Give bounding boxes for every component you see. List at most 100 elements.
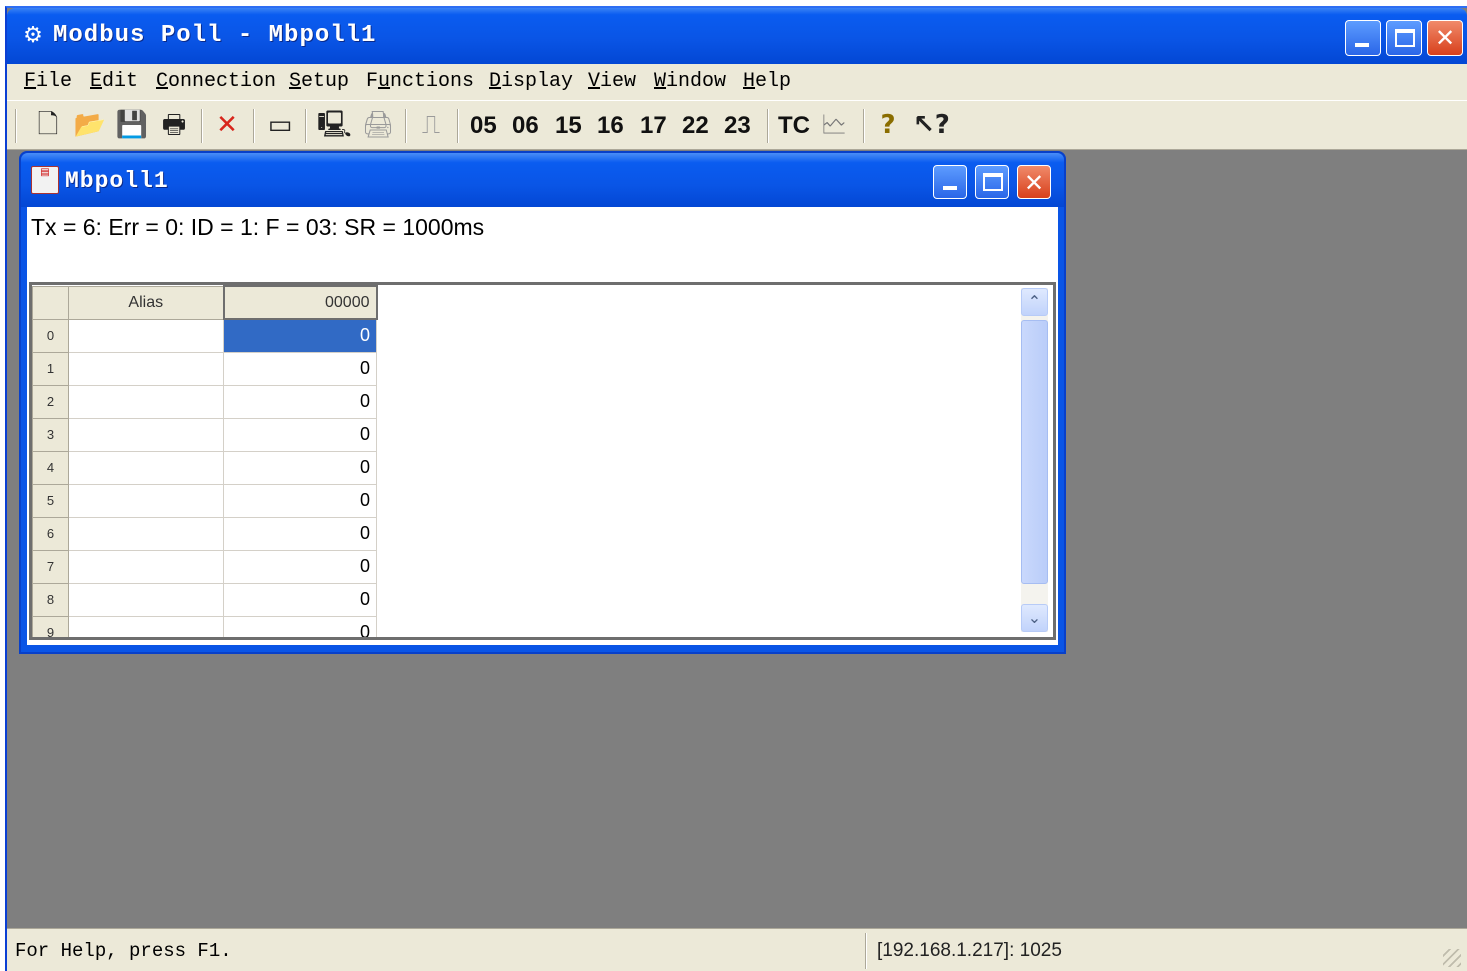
table-row[interactable]: 60: [32, 516, 377, 551]
table-row[interactable]: 90: [32, 615, 377, 637]
alias-cell[interactable]: [68, 417, 224, 452]
pulse-icon[interactable]: ⎍: [414, 109, 448, 141]
row-header[interactable]: 8: [32, 582, 69, 617]
row-header[interactable]: 5: [32, 483, 69, 518]
menu-setup[interactable]: Setup: [289, 70, 349, 94]
statusbar-separator: [865, 933, 867, 969]
alias-cell[interactable]: [68, 582, 224, 617]
function-16-button[interactable]: 16: [597, 110, 624, 142]
child-maximize-button[interactable]: [975, 165, 1009, 199]
value-cell[interactable]: 0: [223, 318, 377, 353]
function-06-button[interactable]: 06: [512, 110, 539, 142]
disconnect-icon[interactable]: 🖨: [361, 109, 395, 141]
tc-button[interactable]: TC: [778, 110, 810, 142]
table-row[interactable]: 80: [32, 582, 377, 617]
menu-edit[interactable]: Edit: [90, 70, 138, 94]
table-row[interactable]: 00: [32, 318, 377, 353]
toolbar-separator: [767, 109, 769, 143]
menu-connection[interactable]: Connection: [156, 70, 276, 94]
function-15-button[interactable]: 15: [555, 110, 582, 142]
context-help-icon[interactable]: ↖?: [913, 109, 950, 141]
window-title: Modbus Poll - Mbpoll1: [53, 22, 377, 49]
function-22-button[interactable]: 22: [682, 110, 709, 142]
menu-functions[interactable]: Functions: [366, 70, 474, 94]
child-body: Tx = 6: Err = 0: ID = 1: F = 03: SR = 10…: [27, 207, 1058, 645]
alias-cell[interactable]: [68, 483, 224, 518]
row-header[interactable]: 7: [32, 549, 69, 584]
scroll-down-button[interactable]: ⌄: [1021, 604, 1048, 632]
row-header[interactable]: 0: [32, 318, 69, 353]
row-header[interactable]: 1: [32, 351, 69, 386]
alias-cell[interactable]: [68, 450, 224, 485]
table-row[interactable]: 30: [32, 417, 377, 452]
modbus-app-icon[interactable]: ⚙: [19, 22, 47, 50]
row-header[interactable]: 9: [32, 615, 69, 637]
value-cell[interactable]: 0: [223, 516, 377, 551]
table-row[interactable]: 20: [32, 384, 377, 419]
value-cell[interactable]: 0: [223, 549, 377, 584]
menu-help[interactable]: Help: [743, 70, 791, 94]
function-23-button[interactable]: 23: [724, 110, 751, 142]
function-05-button[interactable]: 05: [470, 110, 497, 142]
poll-document-icon[interactable]: ▤: [31, 166, 59, 194]
title-bar[interactable]: ⚙ Modbus Poll - Mbpoll1 ✕: [7, 8, 1467, 64]
table-row[interactable]: 70: [32, 549, 377, 584]
alias-cell[interactable]: [68, 384, 224, 419]
toolbar-separator: [305, 109, 307, 143]
child-title-bar[interactable]: ▤ Mbpoll1 ✕: [21, 153, 1064, 207]
menu-display[interactable]: Display: [489, 70, 573, 94]
print-icon[interactable]: 🖶: [157, 109, 191, 141]
register-grid[interactable]: Alias 00000 00102030405060708090 ⌃ ⌄: [29, 282, 1056, 640]
log-icon[interactable]: 🗠: [817, 109, 851, 141]
maximize-button[interactable]: [1386, 20, 1422, 56]
save-icon[interactable]: 💾: [115, 109, 149, 141]
status-bar: For Help, press F1. [192.168.1.217]: 102…: [7, 928, 1467, 971]
column-header-address[interactable]: 00000: [222, 285, 378, 320]
delete-icon[interactable]: ✕: [210, 109, 244, 141]
window-icon[interactable]: ▭: [263, 109, 297, 141]
row-header[interactable]: 3: [32, 417, 69, 452]
menu-file[interactable]: File: [24, 70, 72, 94]
menu-window[interactable]: Window: [654, 70, 726, 94]
close-icon: ✕: [1023, 169, 1045, 197]
new-icon[interactable]: 🗋: [31, 109, 65, 141]
value-cell[interactable]: 0: [223, 615, 377, 637]
alias-cell[interactable]: [68, 318, 224, 353]
toolbar-separator: [457, 109, 459, 143]
grid-corner[interactable]: [32, 285, 69, 320]
value-cell[interactable]: 0: [223, 417, 377, 452]
scroll-up-button[interactable]: ⌃: [1021, 288, 1048, 316]
row-header[interactable]: 2: [32, 384, 69, 419]
alias-cell[interactable]: [68, 351, 224, 386]
vertical-scrollbar[interactable]: ⌃ ⌄: [1021, 288, 1048, 632]
column-header-alias[interactable]: Alias: [68, 285, 224, 320]
toolbar-grip: [15, 109, 17, 143]
value-cell[interactable]: 0: [223, 483, 377, 518]
value-cell[interactable]: 0: [223, 384, 377, 419]
open-icon[interactable]: 📂: [73, 109, 107, 141]
table-row[interactable]: 10: [32, 351, 377, 386]
value-cell[interactable]: 0: [223, 582, 377, 617]
close-button[interactable]: ✕: [1427, 20, 1463, 56]
connect-icon[interactable]: 🖳: [317, 109, 352, 141]
alias-cell[interactable]: [68, 615, 224, 637]
resize-grip-icon[interactable]: [1443, 949, 1461, 967]
scroll-thumb[interactable]: [1021, 320, 1048, 584]
menu-view[interactable]: View: [588, 70, 636, 94]
row-header[interactable]: 6: [32, 516, 69, 551]
help-icon[interactable]: ?: [873, 109, 903, 141]
chevron-down-icon: ⌄: [1027, 608, 1042, 627]
table-row[interactable]: 40: [32, 450, 377, 485]
row-header[interactable]: 4: [32, 450, 69, 485]
value-cell[interactable]: 0: [223, 351, 377, 386]
minimize-button[interactable]: [1345, 20, 1381, 56]
alias-cell[interactable]: [68, 516, 224, 551]
child-minimize-button[interactable]: [933, 165, 967, 199]
child-close-button[interactable]: ✕: [1017, 165, 1051, 199]
chevron-up-icon: ⌃: [1027, 292, 1042, 311]
function-17-button[interactable]: 17: [640, 110, 667, 142]
value-cell[interactable]: 0: [223, 450, 377, 485]
poll-status-line: Tx = 6: Err = 0: ID = 1: F = 03: SR = 10…: [31, 214, 485, 240]
alias-cell[interactable]: [68, 549, 224, 584]
table-row[interactable]: 50: [32, 483, 377, 518]
